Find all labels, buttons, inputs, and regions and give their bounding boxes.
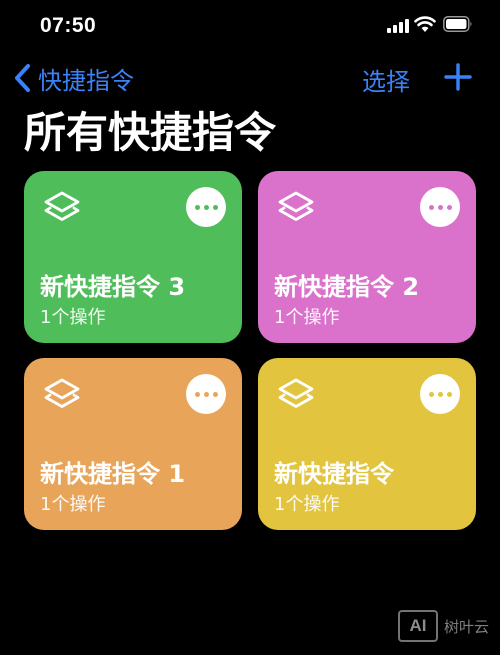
shortcut-title: 新快捷指令 3 [40,273,186,301]
shortcut-tile[interactable]: 新快捷指令 3 1个操作 [24,171,242,343]
more-icon [194,391,218,397]
shortcut-action-count: 1个操作 [274,494,340,515]
battery-icon [443,16,472,32]
shortcut-action-count: 1个操作 [40,494,106,515]
more-icon [194,204,218,210]
watermark-logo: AI [398,610,438,642]
shortcut-title: 新快捷指令 [274,460,394,488]
shortcut-stack-icon [44,378,80,408]
more-button[interactable] [420,374,460,414]
status-bar: 07:50 [0,0,500,50]
page-title: 所有快捷指令 [24,108,277,157]
more-icon [428,204,452,210]
more-button[interactable] [186,187,226,227]
watermark: AI 树叶云 [398,608,489,644]
shortcut-action-count: 1个操作 [40,307,106,328]
wifi-icon [414,16,436,32]
signal-icon [387,19,409,33]
shortcut-title: 新快捷指令 2 [274,273,420,301]
shortcut-stack-icon [44,191,80,221]
shortcut-stack-icon [278,191,314,221]
shortcut-title: 新快捷指令 1 [40,460,186,488]
more-button[interactable] [186,374,226,414]
more-button[interactable] [420,187,460,227]
status-time: 07:50 [40,14,97,37]
watermark-text: 树叶云 [444,617,490,636]
plus-icon[interactable] [444,63,472,91]
shortcut-tile[interactable]: 新快捷指令 1个操作 [258,358,476,530]
select-button[interactable]: 选择 [362,62,410,97]
back-button[interactable]: 快捷指令 [12,60,134,96]
chevron-left-icon [15,64,30,92]
shortcut-tile[interactable]: 新快捷指令 1 1个操作 [24,358,242,530]
shortcut-tile[interactable]: 新快捷指令 2 1个操作 [258,171,476,343]
shortcut-stack-icon [278,378,314,408]
shortcut-action-count: 1个操作 [274,307,340,328]
back-label: 快捷指令 [38,66,134,95]
more-icon [428,391,452,397]
